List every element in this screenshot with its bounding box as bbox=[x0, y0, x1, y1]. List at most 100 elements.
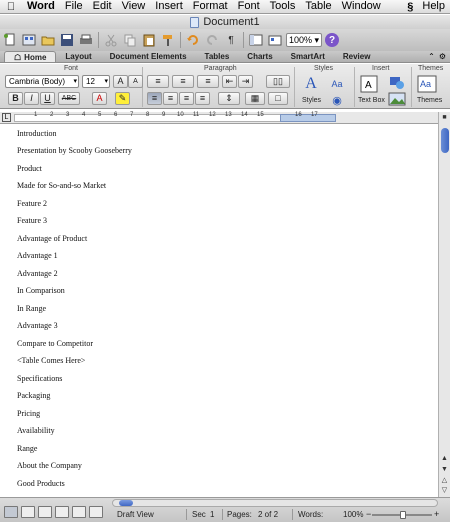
styles-label[interactable]: Styles bbox=[302, 97, 321, 104]
save-icon[interactable] bbox=[59, 32, 75, 48]
decrease-indent-button[interactable]: ⇤ bbox=[222, 75, 237, 88]
themes-icon[interactable]: Aa bbox=[416, 74, 438, 94]
paragraph[interactable]: In Range bbox=[17, 304, 46, 313]
italic-button[interactable]: I bbox=[24, 92, 39, 105]
text-box-label[interactable]: Text Box bbox=[358, 97, 385, 104]
help-icon[interactable]: ? bbox=[325, 33, 339, 47]
horizontal-scrollbar[interactable] bbox=[112, 499, 438, 507]
print-layout-view-icon[interactable] bbox=[55, 506, 69, 518]
bold-button[interactable]: B bbox=[8, 92, 23, 105]
borders-button[interactable]: □ bbox=[268, 92, 288, 105]
tab-smartart[interactable]: SmartArt bbox=[282, 51, 334, 62]
tab-charts[interactable]: Charts bbox=[238, 51, 281, 62]
paragraph[interactable]: Advantage of Product bbox=[17, 234, 87, 243]
grow-font-button[interactable]: A bbox=[113, 75, 128, 88]
scroll-down-icon[interactable]: ▼ bbox=[439, 464, 450, 475]
redo-icon[interactable] bbox=[204, 32, 220, 48]
align-center-button[interactable]: ≡ bbox=[163, 92, 178, 105]
zoom-in-icon[interactable]: + bbox=[434, 509, 439, 519]
format-painter-icon[interactable] bbox=[160, 32, 176, 48]
menu-help[interactable]: Help bbox=[417, 0, 450, 13]
paragraph[interactable]: Range bbox=[17, 444, 37, 453]
shrink-font-button[interactable]: A bbox=[128, 75, 143, 88]
copy-icon[interactable] bbox=[122, 32, 138, 48]
tab-stop-selector-icon[interactable]: L bbox=[2, 113, 11, 122]
pilcrow-icon[interactable]: ¶ bbox=[223, 32, 239, 48]
paragraph[interactable]: Introduction bbox=[17, 129, 57, 138]
paragraph[interactable]: About the Company bbox=[17, 461, 82, 470]
apple-icon[interactable]:  bbox=[0, 1, 22, 13]
zoom-out-icon[interactable]: − bbox=[366, 509, 371, 519]
paragraph[interactable]: Pricing bbox=[17, 409, 40, 418]
themes-label[interactable]: Themes bbox=[417, 97, 442, 104]
zoom-slider-knob[interactable] bbox=[400, 511, 406, 519]
focus-view-icon[interactable] bbox=[89, 506, 103, 518]
paragraph[interactable]: Advantage 2 bbox=[17, 269, 58, 278]
picture-icon[interactable] bbox=[386, 89, 408, 109]
font-size-select[interactable]: 12 ▾ bbox=[82, 75, 110, 88]
paragraph[interactable]: Product bbox=[17, 164, 42, 173]
paragraph[interactable]: Packaging bbox=[17, 391, 50, 400]
menu-format[interactable]: Format bbox=[188, 0, 233, 13]
paragraph[interactable]: Compare to Competitor bbox=[17, 339, 93, 348]
script-menu-icon[interactable]: § bbox=[403, 1, 417, 13]
new-document-icon[interactable] bbox=[2, 32, 18, 48]
document-canvas[interactable]: Introduction Presentation by Scooby Goos… bbox=[0, 125, 438, 497]
next-page-icon[interactable]: ▽ bbox=[439, 485, 450, 496]
menu-font[interactable]: Font bbox=[233, 0, 265, 13]
zoom-select[interactable]: 100% ▾ bbox=[286, 33, 322, 47]
paragraph[interactable]: Availability bbox=[17, 426, 55, 435]
justify-button[interactable]: ≡ bbox=[195, 92, 210, 105]
bullets-button[interactable]: ≡ bbox=[147, 75, 169, 88]
menu-window[interactable]: Window bbox=[337, 0, 386, 13]
font-name-select[interactable]: Cambria (Body) ▾ bbox=[5, 75, 79, 88]
line-spacing-button[interactable]: ⇕ bbox=[218, 92, 240, 105]
style-gallery-icon[interactable]: ◉ bbox=[326, 90, 348, 110]
paragraph[interactable]: <Table Comes Here> bbox=[17, 356, 85, 365]
horizontal-ruler[interactable]: L 1 2 3 4 5 6 7 8 9 10 11 12 13 14 15 16… bbox=[0, 112, 450, 124]
paste-icon[interactable] bbox=[141, 32, 157, 48]
paragraph[interactable]: Presentation by Scooby Gooseberry bbox=[17, 146, 132, 155]
paragraph[interactable]: Advantage 1 bbox=[17, 251, 58, 260]
paragraph[interactable]: Made for So-and-so Market bbox=[17, 181, 106, 190]
zoom-slider[interactable] bbox=[372, 511, 432, 519]
menu-edit[interactable]: Edit bbox=[88, 0, 117, 13]
multilevel-list-button[interactable]: ≡ bbox=[197, 75, 219, 88]
shading-button[interactable]: ▦ bbox=[245, 92, 265, 105]
align-right-button[interactable]: ≡ bbox=[179, 92, 194, 105]
paragraph[interactable]: Feature 3 bbox=[17, 216, 47, 225]
numbering-button[interactable]: ≡ bbox=[172, 75, 194, 88]
paragraph[interactable]: Specifications bbox=[17, 374, 62, 383]
paragraph[interactable]: Feature 2 bbox=[17, 199, 47, 208]
menu-view[interactable]: View bbox=[117, 0, 151, 13]
scroll-up-icon[interactable]: ▲ bbox=[439, 453, 450, 464]
gear-icon[interactable]: ⚙ bbox=[439, 51, 446, 62]
cut-icon[interactable] bbox=[103, 32, 119, 48]
text-box-icon[interactable]: A bbox=[358, 74, 380, 94]
paragraph[interactable]: Good Products bbox=[17, 479, 65, 488]
toolbox-icon[interactable] bbox=[267, 32, 283, 48]
tab-document-elements[interactable]: Document Elements bbox=[101, 51, 196, 62]
paragraph[interactable]: Advantage 3 bbox=[17, 321, 58, 330]
draft-view-icon[interactable] bbox=[4, 506, 18, 518]
collapse-ribbon-icon[interactable]: ⌃ bbox=[428, 51, 435, 62]
font-color-button[interactable]: A bbox=[92, 92, 107, 105]
paragraph[interactable]: In Comparison bbox=[17, 286, 65, 295]
sidebar-icon[interactable] bbox=[248, 32, 264, 48]
print-icon[interactable] bbox=[78, 32, 94, 48]
tab-tables[interactable]: Tables bbox=[196, 51, 239, 62]
menu-insert[interactable]: Insert bbox=[150, 0, 188, 13]
menu-word[interactable]: Word bbox=[22, 0, 60, 13]
tab-layout[interactable]: Layout bbox=[56, 51, 100, 62]
tab-home[interactable]: ☖ Home bbox=[4, 51, 57, 62]
undo-icon[interactable] bbox=[185, 32, 201, 48]
columns-button[interactable]: ▯▯ bbox=[266, 75, 290, 88]
notebook-view-icon[interactable] bbox=[72, 506, 86, 518]
open-folder-icon[interactable] bbox=[40, 32, 56, 48]
tab-review[interactable]: Review bbox=[334, 51, 380, 62]
highlight-button[interactable]: ✎ bbox=[115, 92, 130, 105]
menu-table[interactable]: Table bbox=[300, 0, 336, 13]
vertical-scrollbar[interactable]: ■ ▲ ▼ △ ▽ bbox=[438, 112, 450, 497]
horizontal-scroll-thumb[interactable] bbox=[119, 500, 133, 506]
increase-indent-button[interactable]: ⇥ bbox=[238, 75, 253, 88]
